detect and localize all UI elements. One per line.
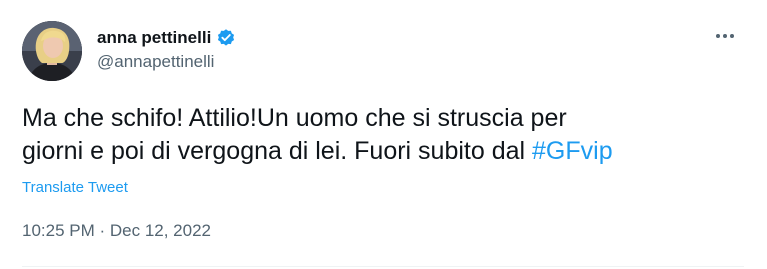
tweet-card: anna pettinelli @annapettinelli Ma che s…	[0, 0, 767, 269]
tweet-text-line-1: Ma che schifo! Attilio!Un uomo che si st…	[22, 104, 567, 132]
tweet-text-line-2: giorni e poi di vergogna di lei. Fuori s…	[22, 135, 742, 168]
hashtag-link[interactable]: #GFvip	[532, 137, 613, 165]
more-options-button[interactable]	[707, 22, 743, 50]
avatar-photo-icon	[22, 21, 82, 81]
tweet-body: Ma che schifo! Attilio!Un uomo che si st…	[22, 102, 742, 168]
author-avatar[interactable]	[22, 21, 82, 81]
translate-tweet-link[interactable]: Translate Tweet	[22, 179, 128, 196]
tweet-time-link[interactable]: 10:25 PM	[22, 221, 95, 240]
more-horizontal-icon	[716, 34, 734, 38]
tweet-date-link[interactable]: Dec 12, 2022	[110, 221, 211, 240]
author-display-name[interactable]: anna pettinelli	[97, 28, 211, 48]
divider	[22, 266, 744, 267]
verified-badge-icon	[216, 28, 236, 48]
author-name-row: anna pettinelli	[97, 27, 236, 49]
timestamp-separator: ·	[94, 221, 110, 240]
tweet-text-line-2-body: giorni e poi di vergogna di lei. Fuori s…	[22, 137, 533, 165]
author-handle[interactable]: @annapettinelli	[97, 52, 214, 72]
tweet-timestamp: 10:25 PM · Dec 12, 2022	[22, 221, 211, 241]
